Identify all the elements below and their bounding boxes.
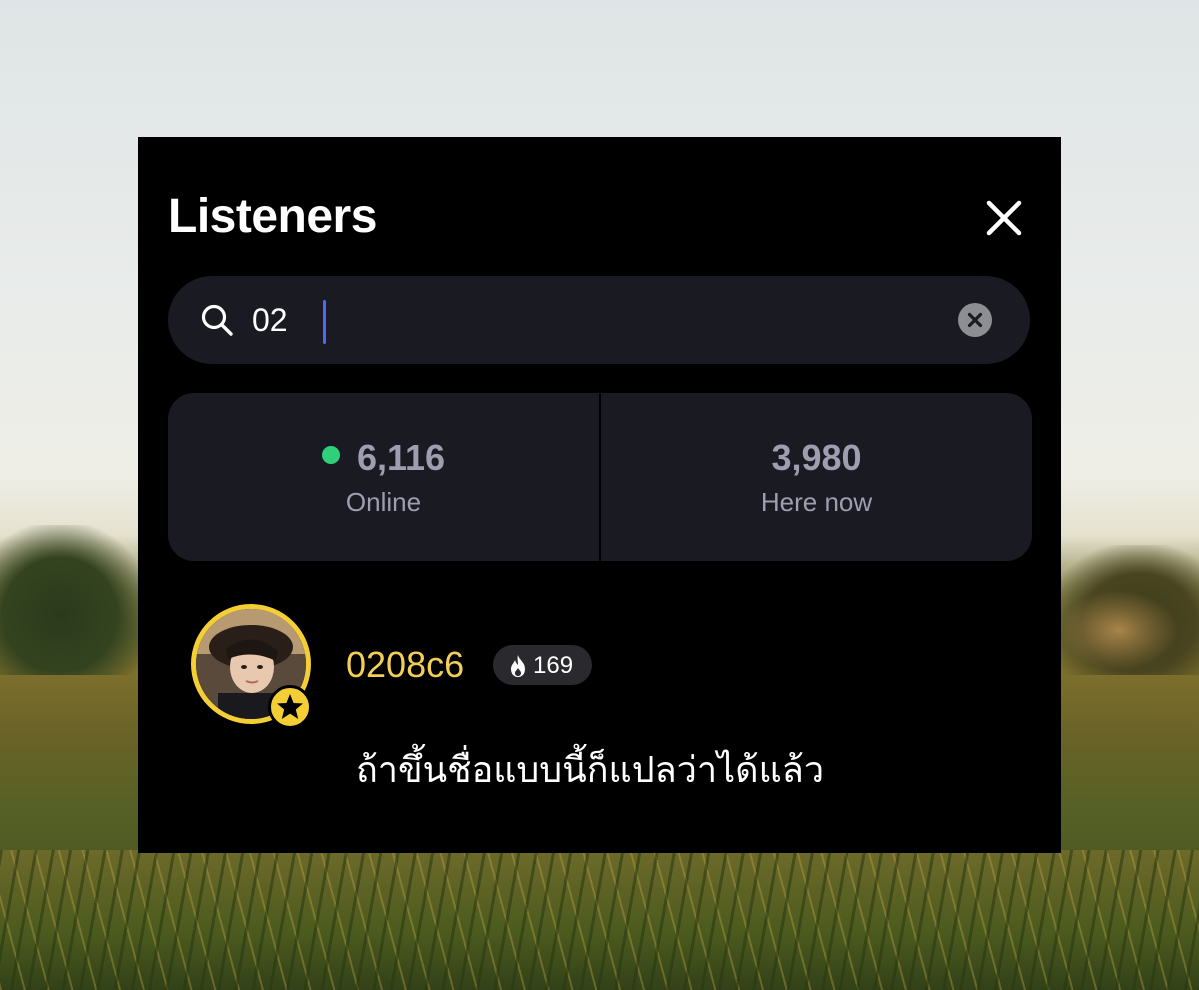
text-caret <box>323 300 326 344</box>
fire-icon <box>511 655 525 677</box>
clear-icon <box>967 312 983 328</box>
close-button[interactable] <box>981 195 1027 241</box>
online-status-dot <box>321 446 340 464</box>
caption-text: ถ้าขึ้นชื่อแบบนี้ก็แปลว่าได้แล้ว <box>138 741 1061 798</box>
caption: ถ้าขึ้นชื่อแบบนี้ก็แปลว่าได้แล้ว <box>355 750 825 791</box>
background-sun-glow <box>1059 590 1179 670</box>
search-icon <box>201 304 233 336</box>
here-now-stat[interactable]: 3,980 Here now <box>601 393 1032 561</box>
search-input[interactable] <box>252 296 932 344</box>
listener-avatar[interactable] <box>191 604 312 729</box>
clear-search-button[interactable] <box>958 303 992 337</box>
listener-username[interactable]: 0208c6 <box>346 644 464 686</box>
star-icon <box>277 694 303 719</box>
online-stat[interactable]: 6,116 Online <box>168 393 599 561</box>
star-badge <box>268 685 312 729</box>
fire-count: 169 <box>533 652 574 679</box>
background-trees-left <box>0 525 150 675</box>
online-count: 6,116 <box>356 437 446 478</box>
background-grass <box>0 850 1199 990</box>
online-stat-value-row: 6,116 <box>168 437 599 479</box>
close-icon <box>986 200 1022 236</box>
fire-score-badge: 169 <box>493 645 592 685</box>
listeners-panel: Listeners 6,116 Online 3,980 <box>138 137 1061 853</box>
search-bar[interactable] <box>168 276 1030 364</box>
online-label: Online <box>345 487 422 517</box>
listener-stats: 6,116 Online 3,980 Here now <box>168 393 1032 561</box>
panel-title: Listeners <box>168 190 377 243</box>
here-now-count: 3,980 <box>771 437 862 478</box>
here-now-label: Here now <box>760 487 873 517</box>
